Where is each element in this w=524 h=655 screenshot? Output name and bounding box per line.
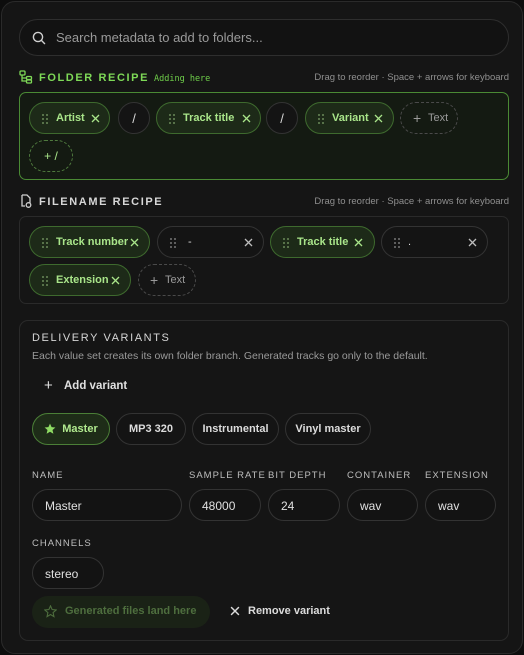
extension-value: wav — [438, 499, 460, 513]
chip-label: Extension — [56, 274, 109, 286]
chip-label: Track title — [183, 112, 235, 124]
generated-files-land-here-button[interactable]: Generated files land here — [32, 596, 210, 628]
variant-tab-label: Master — [62, 423, 98, 435]
folder-recipe-hint: Drag to reorder · Space + arrows for key… — [314, 72, 509, 83]
chip-label: Track title — [297, 236, 349, 248]
close-icon[interactable] — [130, 238, 139, 247]
drag-grip-icon[interactable] — [394, 238, 400, 248]
add-text-button[interactable]: + Text — [400, 102, 458, 134]
add-text-label: Text — [428, 112, 449, 124]
channels-label: CHANNELS — [32, 538, 92, 549]
add-text-button[interactable]: + Text — [138, 264, 196, 296]
recipe-literal-dot[interactable]: . — [381, 226, 488, 258]
recipe-separator-slash[interactable]: / — [118, 102, 150, 134]
sample-rate-label: SAMPLE RATE — [189, 470, 266, 481]
folder-recipe-dropzone[interactable]: Artist / Track title / Variant + Text + … — [19, 92, 509, 180]
close-icon[interactable] — [468, 238, 477, 247]
bit-depth-value: 24 — [281, 499, 295, 513]
chip-label: Artist — [56, 112, 85, 124]
delivery-variants-card: DELIVERY VARIANTS Each value set creates… — [19, 320, 509, 641]
adding-here-badge: Adding here — [154, 74, 211, 84]
bit-depth-label: BIT DEPTH — [268, 470, 327, 481]
drag-grip-icon[interactable] — [169, 114, 175, 124]
chip-label: Track number — [56, 236, 129, 248]
recipe-panel: FOLDER RECIPE Adding here Drag to reorde… — [1, 1, 523, 654]
star-icon — [44, 423, 56, 434]
variant-tab-master[interactable]: Master — [32, 413, 110, 445]
drag-grip-icon[interactable] — [318, 114, 324, 124]
filename-recipe-header: FILENAME RECIPE Drag to reorder · Space … — [19, 194, 509, 210]
variant-tab-vinyl-master[interactable]: Vinyl master — [285, 413, 371, 445]
plus-icon: + — [150, 272, 159, 288]
close-icon[interactable] — [374, 114, 383, 123]
recipe-separator-slash[interactable]: / — [266, 102, 298, 134]
metadata-search[interactable] — [19, 19, 509, 56]
close-icon[interactable] — [111, 276, 120, 285]
bit-depth-field[interactable]: 24 — [268, 489, 340, 521]
chip-label: . — [408, 236, 412, 248]
folder-tree-icon — [19, 70, 33, 84]
chip-label: Variant — [332, 112, 369, 124]
drag-grip-icon[interactable] — [42, 238, 48, 248]
sample-rate-field[interactable]: 48000 — [189, 489, 261, 521]
variant-tab-instrumental[interactable]: Instrumental — [192, 413, 279, 445]
name-field[interactable]: Master — [32, 489, 182, 521]
channels-value: stereo — [45, 567, 79, 581]
drag-grip-icon[interactable] — [170, 238, 176, 248]
chip-label: - — [188, 236, 192, 248]
file-recipe-icon — [21, 194, 32, 208]
close-icon[interactable] — [91, 114, 100, 123]
variant-tab-mp3-320[interactable]: MP3 320 — [116, 413, 186, 445]
chip-label: / — [132, 111, 136, 126]
delivery-variants-description: Each value set creates its own folder br… — [32, 350, 428, 362]
container-field[interactable]: wav — [347, 489, 418, 521]
name-label: NAME — [32, 470, 64, 481]
drag-grip-icon[interactable] — [42, 114, 48, 124]
close-icon[interactable] — [244, 238, 253, 247]
extension-field[interactable]: wav — [425, 489, 496, 521]
folder-recipe-title: FOLDER RECIPE — [39, 72, 150, 84]
search-input[interactable] — [56, 20, 496, 55]
drag-grip-icon[interactable] — [42, 276, 48, 286]
container-value: wav — [360, 499, 382, 513]
recipe-chip-extension[interactable]: Extension — [29, 264, 131, 296]
generated-files-label: Generated files land here — [65, 605, 197, 617]
plus-icon: + — [413, 110, 422, 126]
add-separator-label: + / — [44, 149, 58, 163]
name-value: Master — [45, 499, 82, 513]
recipe-chip-variant[interactable]: Variant — [305, 102, 394, 134]
variant-tab-label: MP3 320 — [128, 423, 174, 435]
sample-rate-value: 48000 — [202, 499, 236, 513]
channels-field[interactable]: stereo — [32, 557, 104, 589]
recipe-chip-artist[interactable]: Artist — [29, 102, 110, 134]
variant-tab-label: Instrumental — [202, 423, 269, 435]
filename-recipe-dropzone[interactable]: Track number - Track title . Extension +… — [19, 216, 509, 304]
plus-icon: + — [44, 377, 53, 394]
remove-variant-label: Remove variant — [248, 605, 330, 617]
recipe-literal-dash[interactable]: - — [157, 226, 264, 258]
search-icon — [32, 31, 46, 45]
extension-label: EXTENSION — [425, 470, 489, 481]
add-text-label: Text — [165, 274, 186, 286]
recipe-chip-track-title[interactable]: Track title — [156, 102, 261, 134]
star-outline-icon — [44, 605, 57, 618]
container-label: CONTAINER — [347, 470, 412, 481]
filename-recipe-title: FILENAME RECIPE — [39, 196, 164, 208]
close-icon[interactable] — [354, 238, 363, 247]
filename-recipe-hint: Drag to reorder · Space + arrows for key… — [314, 196, 509, 207]
close-icon[interactable] — [242, 114, 251, 123]
close-icon — [230, 606, 240, 616]
add-variant-label: Add variant — [64, 380, 128, 392]
add-separator-button[interactable]: + / — [29, 140, 73, 172]
folder-recipe-header: FOLDER RECIPE Adding here Drag to reorde… — [19, 70, 509, 86]
variant-tab-label: Vinyl master — [295, 423, 361, 435]
chip-label: / — [280, 111, 284, 126]
drag-grip-icon[interactable] — [283, 238, 289, 248]
recipe-chip-track-title[interactable]: Track title — [270, 226, 375, 258]
recipe-chip-track-number[interactable]: Track number — [29, 226, 150, 258]
delivery-variants-title: DELIVERY VARIANTS — [32, 332, 171, 344]
